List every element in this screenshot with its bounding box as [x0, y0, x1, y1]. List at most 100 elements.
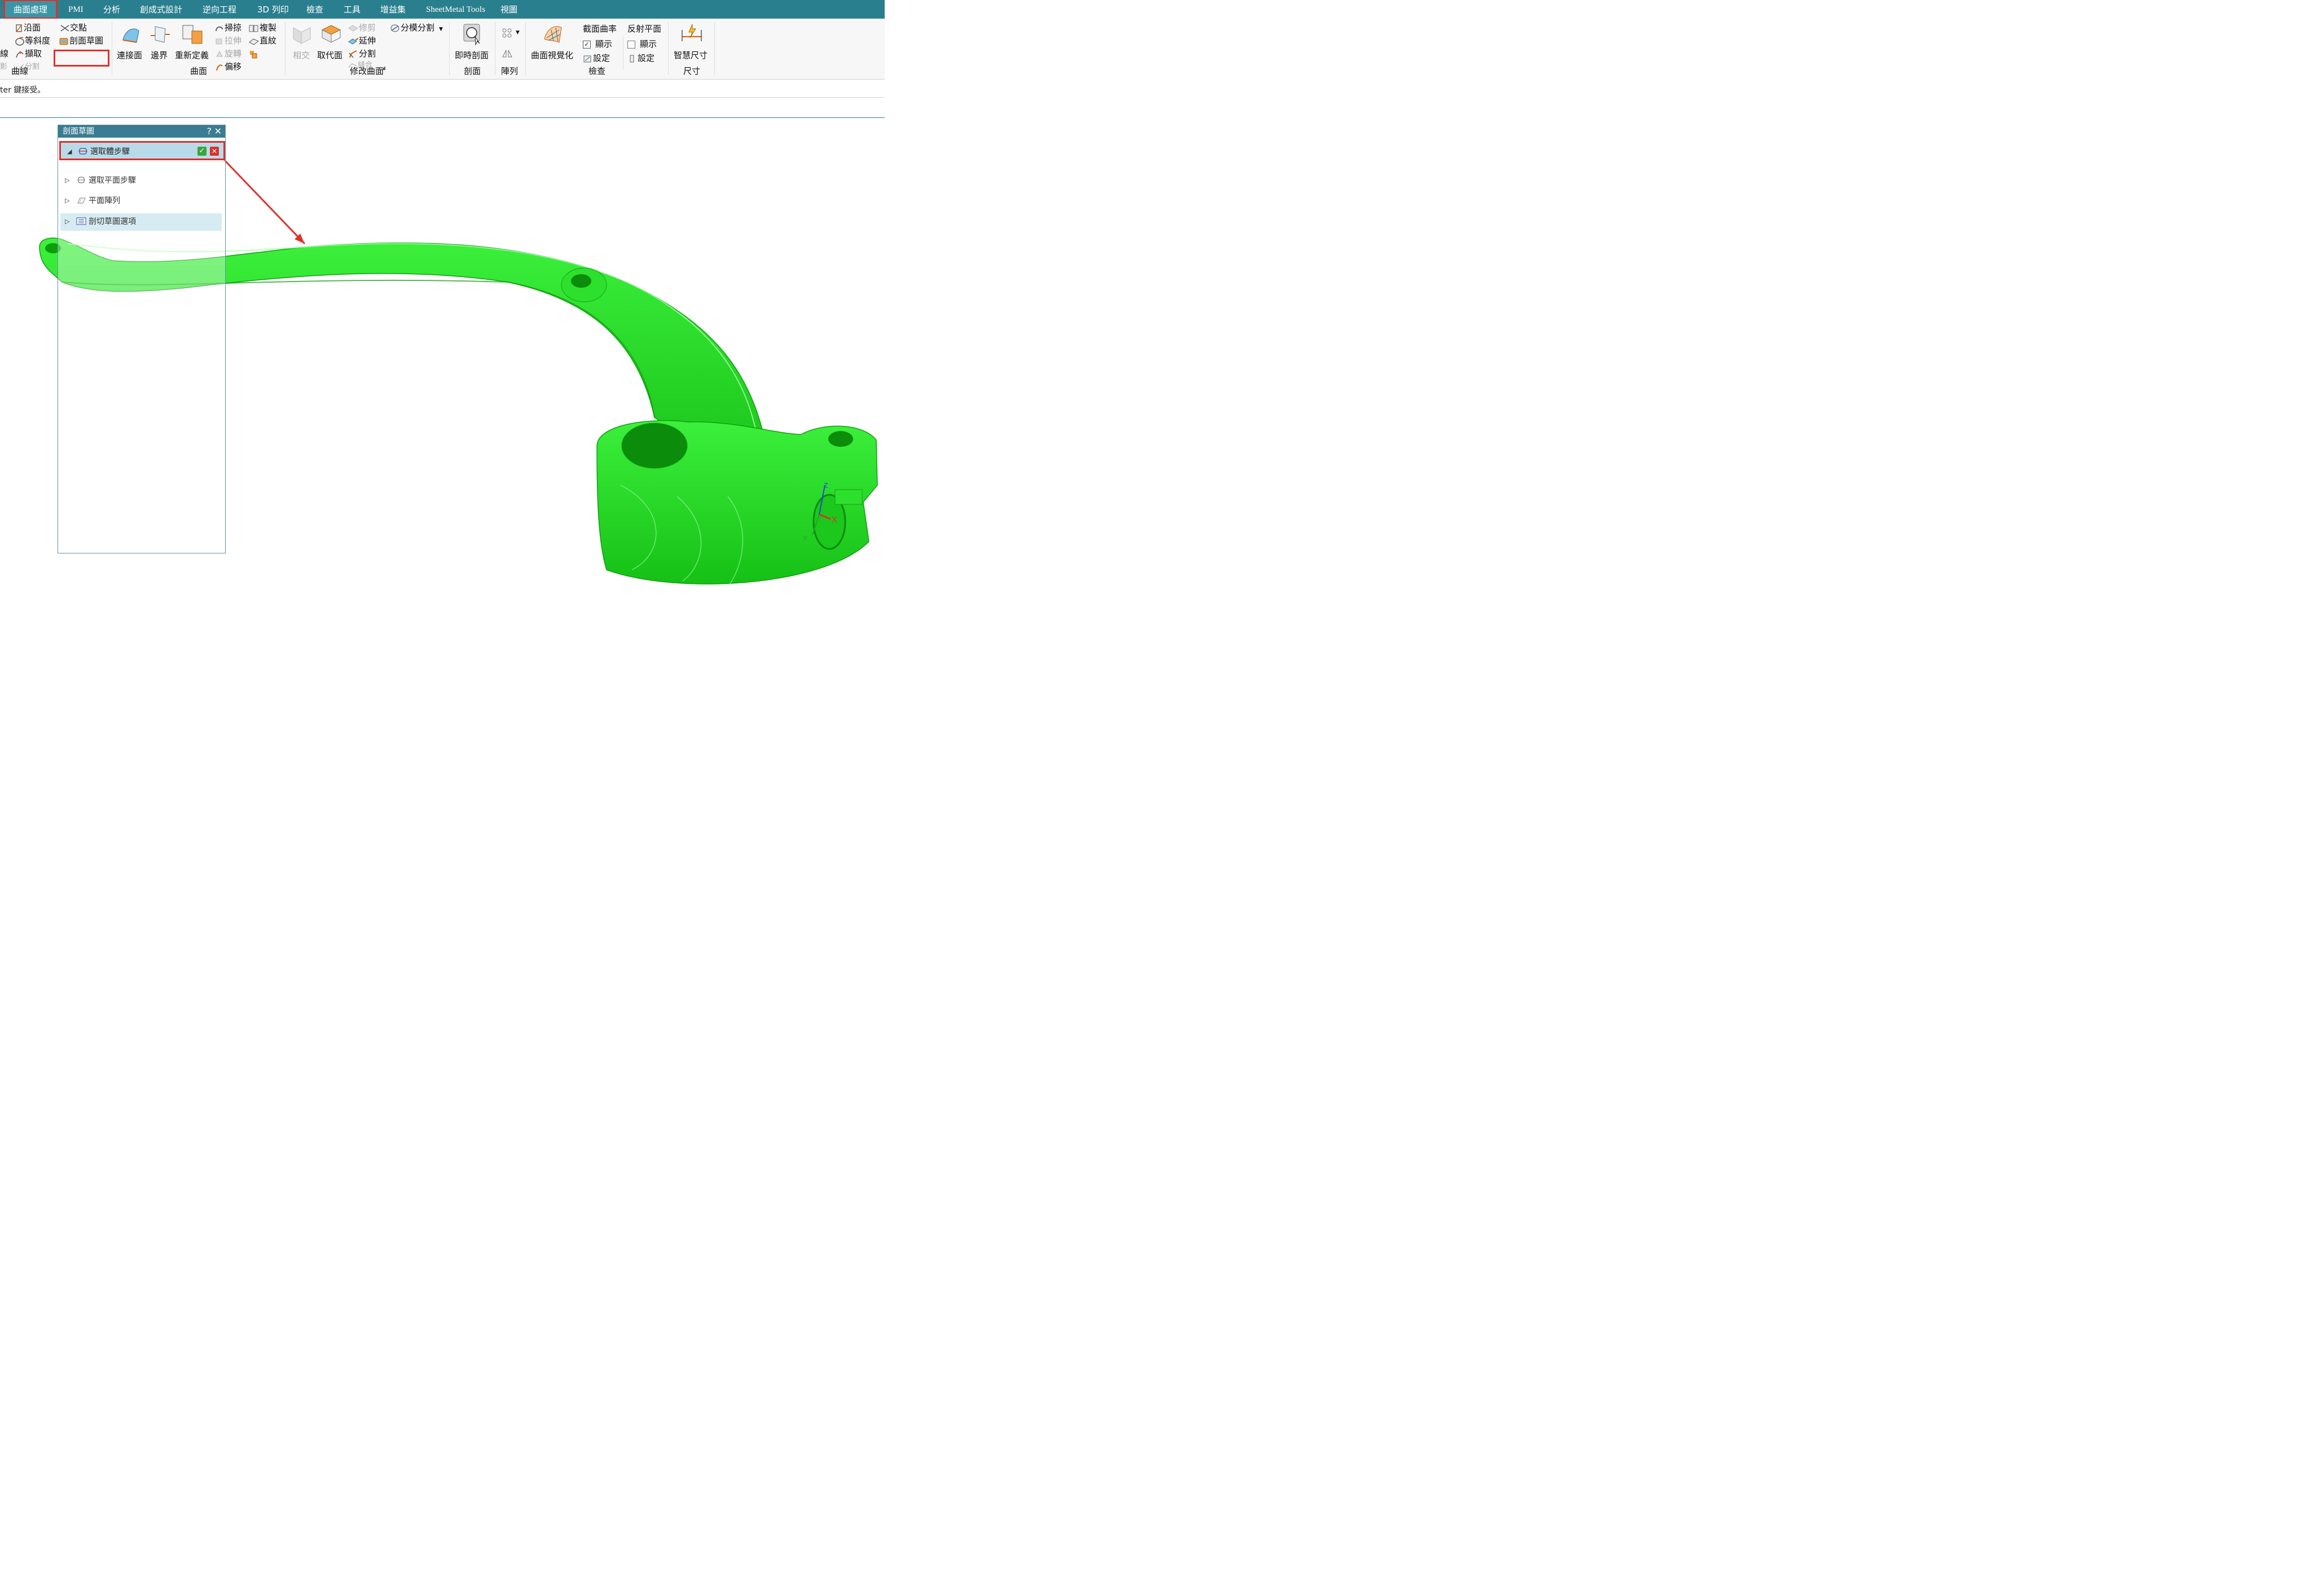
extrude-surface-button[interactable]: 拉伸 [214, 34, 241, 46]
show-curvature-checkbox[interactable]: ✓ 顯示 [583, 38, 612, 50]
tab-surface[interactable]: 曲面處理 [3, 0, 58, 19]
group-expand-icon[interactable]: ◢ [381, 65, 385, 71]
checkbox-checked-icon: ✓ [583, 40, 591, 49]
expand-triangle-icon[interactable]: ▷ [65, 172, 69, 189]
triad-z-label: Z [824, 482, 828, 489]
section-sketch-icon [59, 38, 68, 45]
project-button[interactable]: 影 [0, 60, 7, 71]
surface-group-label: 曲面 [190, 66, 208, 76]
reflection-settings-button[interactable]: 設定 [627, 52, 654, 64]
along-surface-icon [16, 24, 22, 32]
along-surface-label: 沿面 [24, 23, 41, 33]
section-sketch-button[interactable]: 剖面草圖 [58, 34, 103, 46]
tab-3d-print[interactable]: 3D 列印 [257, 0, 289, 19]
pattern-dropdown-icon[interactable]: ▼ [516, 30, 520, 36]
section-sketch-options-label: 剖切草圖選項 [89, 217, 136, 226]
tab-tools[interactable]: 工具 [344, 0, 361, 19]
tab-view[interactable]: 視圖 [500, 0, 517, 19]
live-section-icon[interactable] [460, 22, 484, 46]
intersect-surface-icon[interactable] [291, 23, 313, 46]
plane-pattern-row[interactable]: ▷ 平面陣列 [60, 192, 222, 209]
trim-icon [348, 24, 358, 32]
offset-surface-button[interactable]: 偏移 [214, 60, 241, 72]
select-body-icon [78, 148, 87, 155]
surface-extra-icon[interactable] [249, 50, 259, 60]
tab-reverse-engineering[interactable]: 逆向工程 [203, 0, 236, 19]
line-button[interactable]: 線 [0, 47, 8, 59]
help-icon[interactable]: ? [207, 125, 212, 138]
isocline-label: 等斜度 [25, 36, 51, 46]
curvature-settings-button[interactable]: 設定 [583, 52, 610, 64]
select-plane-step-row[interactable]: ▷ 選取平面步驟 [60, 172, 222, 189]
collapse-triangle-icon[interactable]: ◢ [67, 143, 72, 160]
select-body-step-label: 選取體步驟 [90, 147, 130, 156]
pattern-icon[interactable] [502, 28, 514, 39]
curvature-settings-label: 設定 [593, 53, 610, 63]
along-surface-button[interactable]: 沿面 [15, 21, 41, 33]
mold-split-dropdown-icon[interactable]: ▼ [439, 27, 443, 32]
surface-visualization-button[interactable]: 曲面視覺化 [531, 49, 573, 61]
select-plane-step-label: 選取平面步驟 [89, 176, 136, 185]
intersection-point-button[interactable]: 交點 [60, 21, 87, 33]
tab-pmi[interactable]: PMI [68, 0, 84, 19]
smart-dimension-icon[interactable] [680, 22, 704, 46]
pattern-group-label: 陣列 [501, 66, 519, 76]
replace-face-icon[interactable] [320, 22, 342, 46]
live-section-button[interactable]: 即時剖面 [455, 49, 489, 61]
expand-triangle-icon[interactable]: ▷ [65, 213, 69, 230]
hub-small-hole [828, 431, 853, 447]
smart-dimension-button[interactable]: 智慧尺寸 [674, 49, 708, 61]
intersect-surface-button[interactable]: 相交 [293, 49, 310, 61]
show-reflection-checkbox[interactable]: 顯示 [627, 38, 657, 50]
curve-group-label: 曲線 [11, 66, 29, 76]
boundary-icon[interactable] [148, 23, 171, 46]
mold-split-label: 分模分割 [401, 23, 435, 33]
checkbox-unchecked-icon [627, 40, 635, 49]
tab-analysis[interactable]: 分析 [103, 0, 120, 19]
extract-button[interactable]: 擷取 [15, 47, 42, 59]
connect-surface-button[interactable]: 連接面 [117, 49, 142, 61]
trim-surface-button[interactable]: 修剪 [348, 21, 376, 33]
ok-button[interactable]: ✓ [197, 147, 207, 156]
tab-generative-design[interactable]: 創成式設計 [140, 0, 182, 19]
ribbon: 沿面 交點 等斜度 剖面草圖 線 擷取 影 分割 曲線 連接面 邊界 重新定義 … [0, 19, 885, 80]
reflection-plane-label: 反射平面 [627, 24, 662, 34]
connect-surface-icon[interactable] [120, 23, 142, 46]
select-body-step-row[interactable]: ◢ 選取體步驟 ✓ ✕ [59, 141, 225, 160]
tab-addins[interactable]: 增益集 [380, 0, 406, 19]
close-icon[interactable]: ✕ [214, 125, 222, 138]
ribbon-separator [449, 22, 450, 75]
ruled-surface-label: 直紋 [260, 36, 277, 46]
revolve-icon [216, 50, 223, 56]
mirror-icon[interactable] [501, 48, 513, 59]
expand-triangle-icon[interactable]: ▷ [65, 192, 69, 209]
revolve-surface-button[interactable]: 旋轉 [214, 47, 241, 59]
split-surface-button[interactable]: 分割 [348, 47, 376, 59]
sweep-icon [216, 26, 223, 31]
replace-face-button[interactable]: 取代面 [317, 49, 342, 61]
ribbon-separator [714, 22, 715, 75]
cancel-button[interactable]: ✕ [210, 147, 219, 156]
redefine-surface-icon[interactable] [181, 23, 205, 46]
plane-pattern-label: 平面陣列 [89, 196, 120, 205]
show-reflection-label: 顯示 [640, 39, 657, 49]
triad-y-label: Y [803, 535, 807, 542]
isocline-icon [15, 36, 24, 46]
menu-bar: 曲面處理 PMI 分析 創成式設計 逆向工程 3D 列印 檢查 工具 增益集 S… [0, 0, 885, 19]
extend-label: 延伸 [359, 36, 376, 46]
tab-inspect[interactable]: 檢查 [306, 0, 323, 19]
isocline-button[interactable]: 等斜度 [15, 34, 50, 46]
redefine-surface-button[interactable]: 重新定義 [175, 49, 209, 61]
extend-icon [348, 37, 359, 45]
tab-sheetmetal-tools[interactable]: SheetMetal Tools [426, 0, 485, 19]
surface-visualization-icon[interactable] [541, 22, 565, 46]
extend-surface-button[interactable]: 延伸 [348, 34, 376, 46]
trim-label: 修剪 [359, 23, 376, 33]
sweep-button[interactable]: 掃掠 [214, 21, 241, 33]
boundary-button[interactable]: 邊界 [151, 49, 168, 61]
ruled-surface-icon [249, 38, 259, 45]
copy-button[interactable]: 複製 [248, 21, 276, 33]
mold-split-button[interactable]: 分模分割 ▼ [389, 21, 443, 33]
section-sketch-options-row[interactable]: ▷ 剖切草圖選項 [60, 213, 222, 231]
ruled-surface-button[interactable]: 直紋 [248, 34, 276, 46]
